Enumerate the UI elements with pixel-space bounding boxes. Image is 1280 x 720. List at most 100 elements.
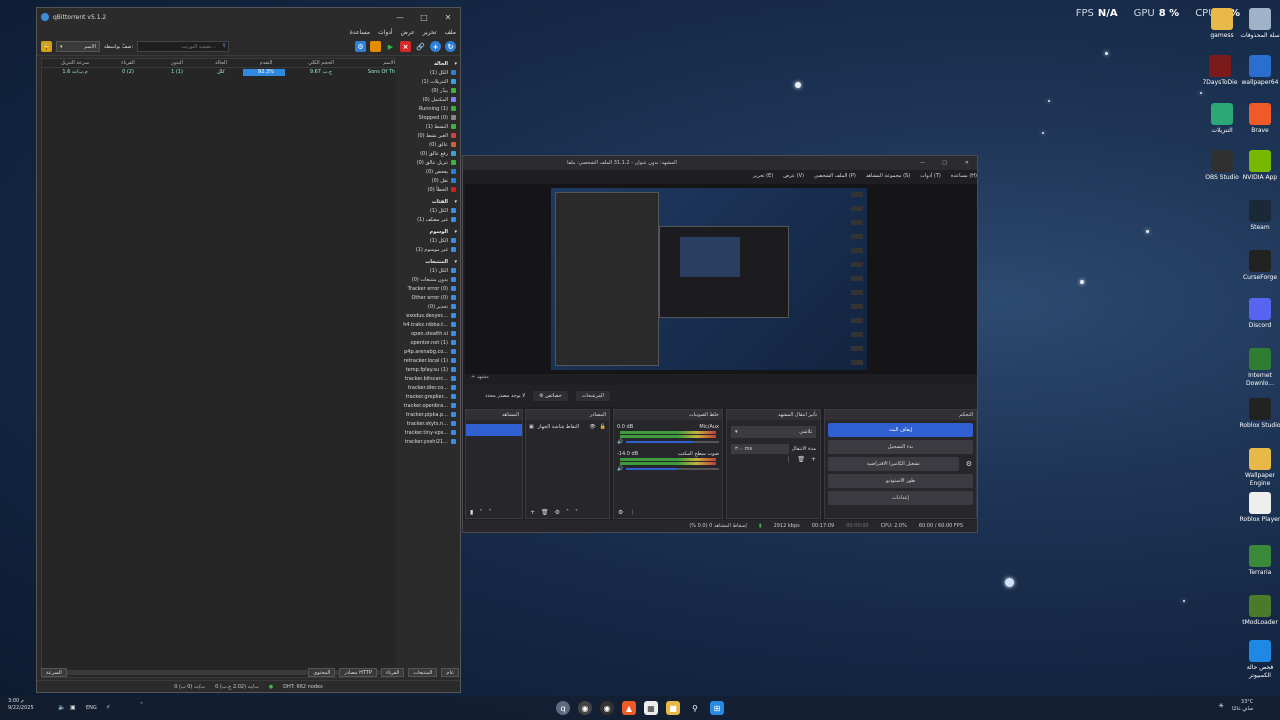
col-seeds[interactable]: البذور <box>153 60 201 66</box>
sidebar-item[interactable]: tracker.bitscarc... <box>396 374 458 383</box>
down-arrow-icon[interactable]: ˅ <box>488 509 491 516</box>
tab-speed[interactable]: السرعة <box>41 667 67 677</box>
sidebar-item[interactable]: الخطأ (0) <box>396 185 458 194</box>
desktop-icon-curseforge[interactable]: CurseForge <box>1236 250 1280 282</box>
filters-button[interactable]: المرشحات <box>575 391 610 401</box>
sidebar-item[interactable]: tracker.openbra... <box>396 401 458 410</box>
brave-taskbar-icon[interactable]: ▲ <box>622 701 636 715</box>
down-arrow-icon[interactable]: ˅ <box>575 509 578 516</box>
col-status[interactable]: الحالة <box>201 60 241 66</box>
settings-button[interactable]: إعدادات <box>828 491 973 505</box>
filter-icon[interactable]: ▮ <box>470 509 473 516</box>
search-icon[interactable]: ⚲ <box>688 701 702 715</box>
source-item[interactable]: ▣ التقاط شاشة الجهاز 👁 🔓 <box>526 420 609 434</box>
sidebar-item[interactable]: تنزيل عالق (0) <box>396 158 458 167</box>
minimize-button[interactable]: — <box>920 160 925 166</box>
scene-tab-bar[interactable]: + مشهد <box>471 374 489 380</box>
rss-button[interactable]: ↻ <box>445 41 456 52</box>
obs-titlebar[interactable]: المشهد: بدون عنوان - 31.1.2 الملف الشخصي… <box>463 156 977 170</box>
properties-button[interactable]: ⚙ خصائص <box>533 391 568 401</box>
sidebar-item[interactable]: tracker.tiny-vps... <box>396 428 458 437</box>
tab-peers[interactable]: القرناء <box>380 667 405 677</box>
menu-help[interactable]: مساعدة <box>350 29 370 36</box>
sidebar-item[interactable]: temp.fplay.su (1) <box>396 365 458 374</box>
sidebar-item[interactable]: المكتمل (0) <box>396 95 458 104</box>
menu-view[interactable]: عرض <box>401 29 415 36</box>
desktop-icon-tmodloader[interactable]: tModLoader <box>1236 595 1280 627</box>
stop-streaming-button[interactable]: إيقاف البث <box>828 423 973 437</box>
scene-item-selected[interactable] <box>466 424 522 436</box>
sidebar-item[interactable]: tracker.pipka.p... <box>396 410 458 419</box>
virtual-camera-settings-icon[interactable]: ⚙ <box>966 460 972 468</box>
trash-icon[interactable]: 🗑 <box>797 456 805 463</box>
menu-file[interactable]: ملف <box>445 29 456 36</box>
obs-preview[interactable] <box>465 184 977 374</box>
store-taskbar-icon[interactable]: ▦ <box>644 701 658 715</box>
weather-widget[interactable]: 33°C صافٍ غالبًا <box>1232 699 1253 713</box>
desktop-icon-idm[interactable]: Internet Downlo... <box>1236 348 1280 388</box>
volume-slider[interactable] <box>626 468 719 470</box>
sidebar-item[interactable]: open.stealth.si <box>396 329 458 338</box>
sidebar-item[interactable]: الكل (1) <box>396 236 458 245</box>
lock-icon[interactable]: 🔒 <box>41 41 52 52</box>
trash-icon[interactable]: 🗑 <box>541 509 549 516</box>
tab-general[interactable]: عام <box>441 667 459 677</box>
chevron-up-icon[interactable]: ˄ <box>140 702 143 709</box>
eye-icon[interactable]: 👁 <box>589 424 595 430</box>
studio-mode-button[interactable]: طور الاستوديو <box>828 474 973 488</box>
virtual-camera-button[interactable]: تشغيل الكاميرا الافتراضية <box>828 457 959 471</box>
sidebar-item[interactable]: retracker.local (1) <box>396 356 458 365</box>
sidebar-item[interactable]: h4.trakx.nibba.t... <box>396 320 458 329</box>
close-button[interactable]: ✕ <box>965 160 969 166</box>
start-recording-button[interactable]: بدء التسجيل <box>828 440 973 454</box>
status-header[interactable]: الحالة ▾ <box>396 58 458 68</box>
sidebar-item[interactable]: opentor.net (1) <box>396 338 458 347</box>
torrent-table[interactable]: الاسم الحجم الكلي التقدم الحالة البذور ا… <box>41 58 398 678</box>
sidebar-item[interactable]: الغير نشط (0) <box>396 131 458 140</box>
sidebar-item[interactable]: عالق (0) <box>396 140 458 149</box>
sidebar-item[interactable]: p4p.arenabg.co... <box>396 347 458 356</box>
delete-button[interactable]: × <box>400 41 411 52</box>
menu-edit[interactable]: تحرير (E) <box>753 173 773 179</box>
lock-icon[interactable]: 🔓 <box>600 424 606 430</box>
speaker-icon[interactable]: 🔊 <box>617 439 623 445</box>
sidebar-item[interactable]: Other error (0) <box>396 293 458 302</box>
col-progress[interactable]: التقدم <box>241 60 291 66</box>
more-icon[interactable]: ⋮ <box>629 509 635 516</box>
start-icon[interactable]: ⊞ <box>710 701 724 715</box>
sidebar-item[interactable]: تحذير (0) <box>396 302 458 311</box>
sidebar-item[interactable]: رفع عالق (0) <box>396 149 458 158</box>
add-torrent-button[interactable]: + <box>430 41 441 52</box>
col-down-speed[interactable]: سرعة التنزيل <box>47 60 103 66</box>
sort-select[interactable]: ▾ الاسم <box>56 41 100 52</box>
transition-select[interactable]: ▾ تلاشي <box>731 426 816 438</box>
sidebar-item[interactable]: Tracker error (0) <box>396 284 458 293</box>
menu-view[interactable]: عرض (V) <box>783 173 804 179</box>
speaker-icon[interactable]: 🔊 <box>617 466 623 472</box>
menu-help[interactable]: مساعدة (H) <box>951 173 977 179</box>
sidebar-item[interactable]: Running (1) <box>396 104 458 113</box>
sidebar-item[interactable]: الكل (1) <box>396 68 458 77</box>
resume-button[interactable]: ▶ <box>385 41 396 52</box>
settings-gear-icon[interactable]: ⚙ <box>355 41 366 52</box>
add-link-button[interactable]: 🔗 <box>415 41 426 52</box>
up-arrow-icon[interactable]: ˄ <box>479 509 482 516</box>
sidebar-item[interactable]: tracker.dler.co... <box>396 383 458 392</box>
menu-tools[interactable]: أدوات (T) <box>920 173 941 179</box>
sidebar-item[interactable]: بدون متتبعات (0) <box>396 275 458 284</box>
sidebar-item[interactable]: التنزيلات (1) <box>396 77 458 86</box>
minimize-button[interactable]: — <box>388 8 412 26</box>
desktop-icon-brave[interactable]: Brave <box>1236 103 1280 135</box>
categories-header[interactable]: الفئات ▾ <box>396 196 458 206</box>
menu-profile[interactable]: الملف الشخصي (P) <box>814 173 856 179</box>
maximize-button[interactable]: □ <box>942 160 947 166</box>
sidebar-item[interactable]: غير مصنّف (1) <box>396 215 458 224</box>
desktop-icon-pc-health[interactable]: فحص حالة الكمبيوتر <box>1236 640 1280 680</box>
maximize-button[interactable]: □ <box>412 8 436 26</box>
qbittorrent-titlebar[interactable]: qBittorrent v5.1.2 — □ ✕ <box>37 8 460 26</box>
language-indicator[interactable]: ENG <box>86 705 97 711</box>
sidebar-item[interactable]: غير موسوم (1) <box>396 245 458 254</box>
obs-window[interactable]: المشهد: بدون عنوان - 31.1.2 الملف الشخصي… <box>462 155 978 533</box>
desktop-icon-wallpaper-engine[interactable]: Wallpaper Engine <box>1236 448 1280 488</box>
menu-scene-collection[interactable]: مجموعة المشاهد (S) <box>866 173 910 179</box>
